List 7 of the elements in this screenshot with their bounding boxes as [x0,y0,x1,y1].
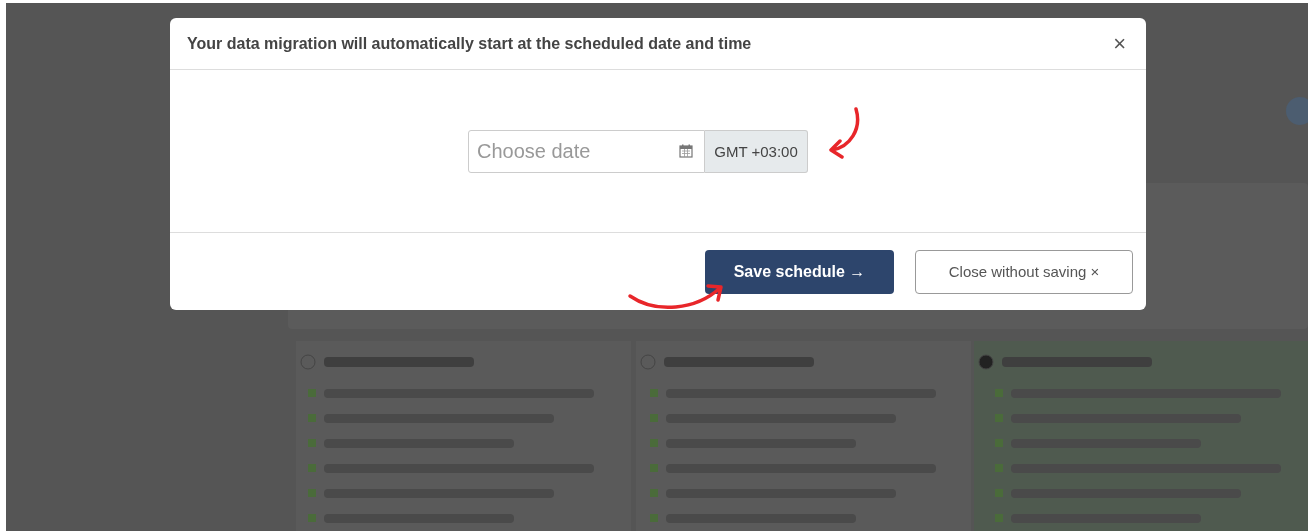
save-button[interactable]: Save schedule → [705,249,894,294]
close-button[interactable]: × [1111,32,1128,55]
dialog-title: Your data migration will automatically start at the scheduled date and time [187,34,752,53]
calendar-icon [679,144,693,158]
timezone-label: GMT +03:00 [705,130,808,173]
date-field[interactable]: Choose date [468,130,705,173]
close-button[interactable]: Close without saving × [915,249,1133,294]
